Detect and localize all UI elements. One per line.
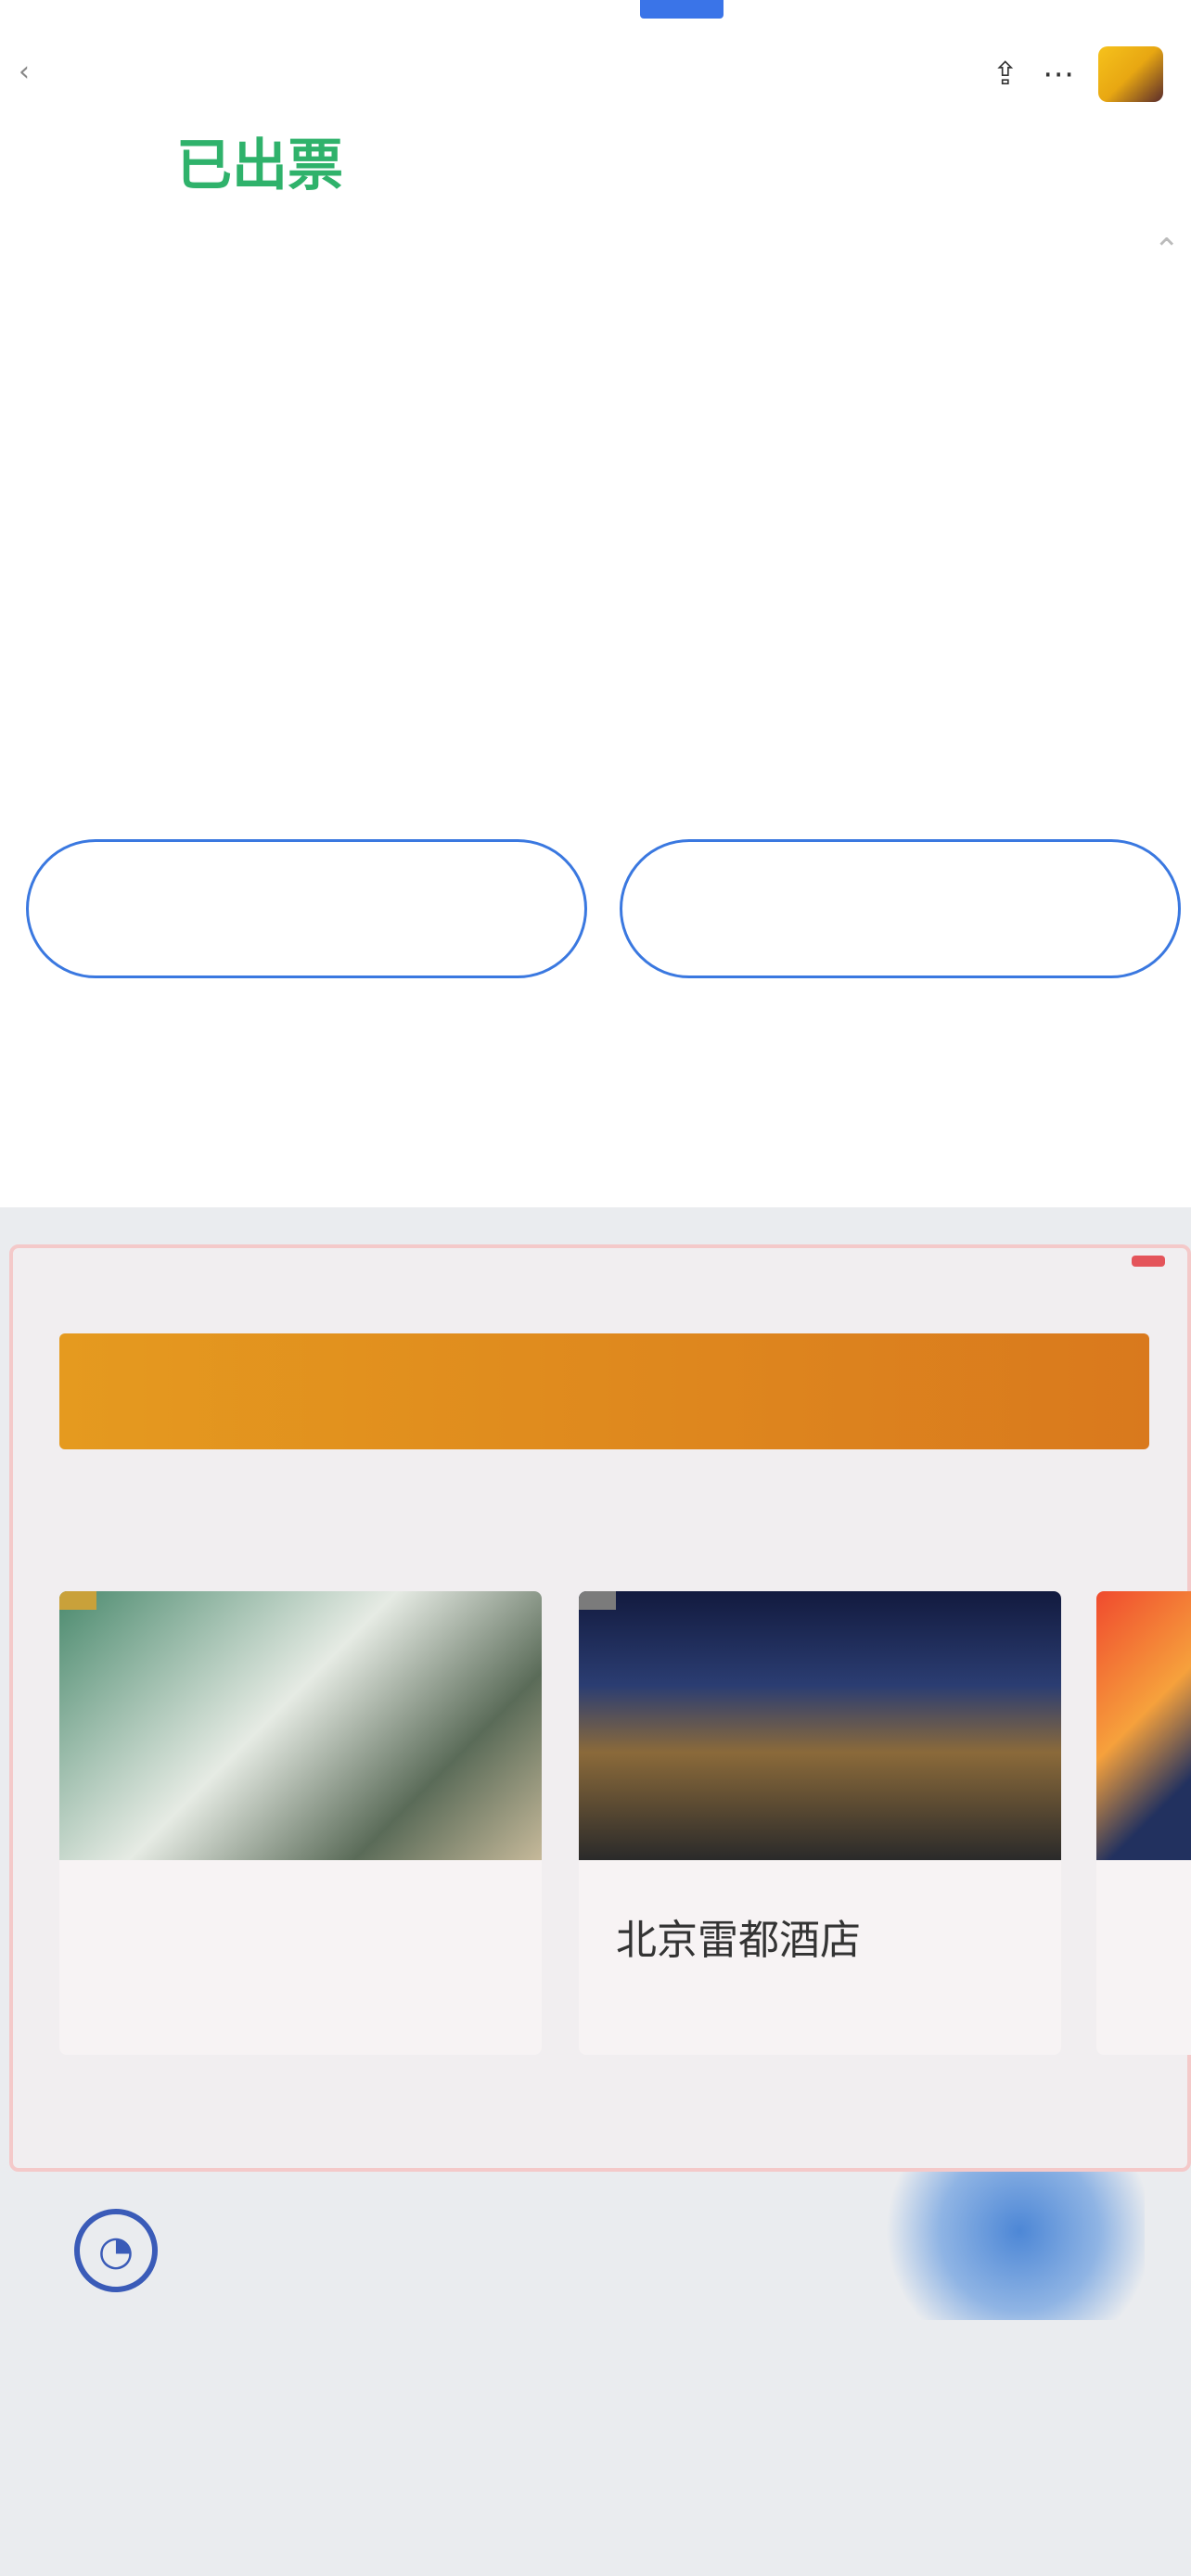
share-icon[interactable]: ⇪ [992,56,1019,93]
hotel-badge [579,1591,616,1610]
hotel-card[interactable]: 北京雷都酒店 [579,1591,1061,2055]
hotel-photo [59,1591,542,1860]
order-detail-page: ‹ ⇪ ⋯ 已出票 ⌃ 北京雷都酒店 ◔ [0,0,1191,2576]
hotel-card[interactable] [59,1591,542,2055]
hotel-card[interactable] [1096,1591,1191,2055]
hotel-photo [1096,1591,1191,1860]
hotel-ad-panel: 北京雷都酒店 [9,1244,1191,2172]
ad-tag [1132,1256,1165,1267]
more-icon[interactable]: ⋯ [1043,56,1074,93]
ad-banner[interactable] [59,1333,1149,1449]
promo-avatar-icon[interactable] [1098,46,1163,102]
hotel-photo [579,1591,1061,1860]
left-action-button[interactable] [26,839,587,978]
order-status-text: 已出票 [176,134,343,198]
top-right-actions: ⇪ ⋯ [992,37,1163,111]
bottom-entry[interactable] [798,2413,1191,2552]
hotel-badge [59,1591,96,1610]
hotel-name: 北京雷都酒店 [616,1917,861,1964]
status-bar [0,0,1191,33]
chevron-up-icon[interactable]: ⌃ [1154,232,1181,269]
service-chat-icon[interactable]: ◔ [74,2209,158,2292]
service-illustration [866,2172,1145,2320]
promo-divider [0,1207,1191,1228]
bottom-entry[interactable] [204,2413,668,2552]
order-status: 已出票 [176,121,356,201]
status-indicator [640,0,724,19]
right-action-button[interactable] [620,839,1181,978]
hotel-badge [1096,1591,1133,1610]
back-icon[interactable]: ‹ [19,56,30,88]
promo-section: 北京雷都酒店 ◔ [0,1207,1191,2576]
